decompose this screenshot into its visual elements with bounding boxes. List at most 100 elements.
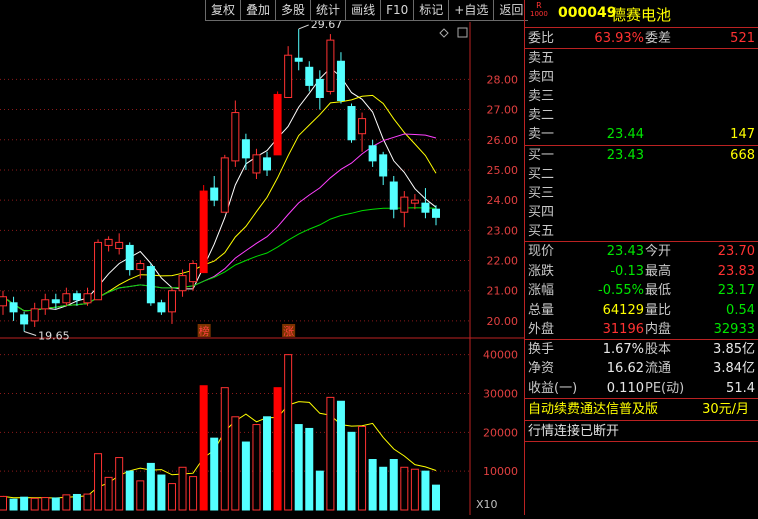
volume-bar[interactable] <box>178 466 187 511</box>
volume-bar[interactable] <box>410 468 419 511</box>
volume-bar[interactable] <box>20 496 29 511</box>
window-toggle-icon[interactable] <box>457 27 468 38</box>
candle-body[interactable] <box>284 54 293 98</box>
candle-body[interactable] <box>146 266 155 304</box>
candle-body[interactable] <box>326 39 335 92</box>
candle-body[interactable] <box>20 314 29 325</box>
volume-bar[interactable] <box>368 459 377 511</box>
toolbar-button[interactable]: +自选 <box>448 0 494 21</box>
candle-body[interactable] <box>358 118 367 135</box>
volume-bar[interactable] <box>104 476 113 511</box>
volume-bar[interactable] <box>41 497 50 511</box>
candle-body[interactable] <box>400 196 409 213</box>
candle-body[interactable] <box>432 208 440 218</box>
candle-body[interactable] <box>41 299 50 310</box>
volume-bar[interactable] <box>210 437 219 511</box>
candle-body[interactable] <box>368 145 377 162</box>
candle-body[interactable] <box>115 241 124 249</box>
kline-chart[interactable]: 28.00 27.00 26.00 25.00 24.00 23.00 22.00 21.00… <box>0 0 524 515</box>
candle-body[interactable] <box>347 106 356 141</box>
volume-bar[interactable] <box>315 470 324 511</box>
candle-body[interactable] <box>231 112 240 162</box>
candle-body[interactable] <box>241 139 250 159</box>
candle-body[interactable] <box>220 157 229 213</box>
volume-bar[interactable] <box>125 470 134 511</box>
candle-body[interactable] <box>136 263 145 271</box>
candle-body[interactable] <box>336 60 345 101</box>
candle-body[interactable] <box>252 154 261 174</box>
candle-body[interactable] <box>167 290 176 313</box>
toolbar-button[interactable]: 叠加 <box>240 0 276 21</box>
volume-bar[interactable] <box>157 474 166 511</box>
candle-body[interactable] <box>51 299 60 304</box>
candle-body[interactable] <box>125 244 134 271</box>
volume-bar[interactable] <box>62 494 71 511</box>
volume-bar[interactable] <box>115 457 124 511</box>
promo-row[interactable]: 自动续费通达信普及版 30元/月 <box>528 400 755 419</box>
volume-bar[interactable] <box>379 466 388 511</box>
volume-bar[interactable] <box>326 396 335 511</box>
diamond-icon[interactable] <box>439 28 449 38</box>
volume-bar[interactable] <box>241 441 250 511</box>
volume-bar[interactable] <box>72 493 81 511</box>
volume-bar[interactable] <box>347 431 356 511</box>
candle-body[interactable] <box>305 66 314 86</box>
candle-body[interactable] <box>389 181 398 210</box>
volume-bar[interactable] <box>294 424 303 511</box>
tag-zhang[interactable]: 涨 <box>283 325 294 338</box>
volume-bar[interactable] <box>432 484 440 511</box>
volume-bar[interactable] <box>51 497 60 511</box>
candle-body[interactable] <box>62 293 71 304</box>
candle-body[interactable] <box>0 296 7 307</box>
volume-bar[interactable] <box>136 480 145 511</box>
volume-bar[interactable] <box>220 387 229 511</box>
volume-bar[interactable] <box>389 459 398 511</box>
volume-bar[interactable] <box>146 462 155 511</box>
candle-body[interactable] <box>104 238 113 246</box>
toolbar-button[interactable]: F10 <box>380 0 414 21</box>
candle-body[interactable] <box>410 199 419 204</box>
candle-body[interactable] <box>315 78 324 98</box>
volume-bar[interactable] <box>9 498 18 511</box>
candle-body[interactable] <box>273 93 282 156</box>
toolbar-button[interactable]: 标记 <box>413 0 449 21</box>
candle-body[interactable] <box>72 293 81 301</box>
candle-body[interactable] <box>30 308 39 322</box>
volume-bar[interactable] <box>189 476 198 511</box>
volume-bar[interactable] <box>167 483 176 511</box>
promo-text[interactable]: 自动续费通达信普及版 <box>528 400 658 419</box>
candle-body[interactable] <box>94 241 103 301</box>
volume-bar[interactable] <box>336 400 345 511</box>
candle-body[interactable] <box>379 154 388 177</box>
volume-bar[interactable] <box>284 354 293 511</box>
volume-bar[interactable] <box>252 424 261 511</box>
candle-body[interactable] <box>199 190 208 274</box>
volume-bar[interactable] <box>94 453 103 511</box>
volume-bar[interactable] <box>30 497 39 511</box>
volume-bar[interactable] <box>83 493 92 511</box>
candle-body[interactable] <box>189 263 198 283</box>
toolbar-button[interactable]: 统计 <box>310 0 346 21</box>
volume-bar[interactable] <box>263 416 272 511</box>
candle-body[interactable] <box>83 293 92 304</box>
toolbar-button[interactable]: 多股 <box>275 0 311 21</box>
candle-body[interactable] <box>421 202 430 213</box>
promo-price[interactable]: 30元/月 <box>702 400 749 419</box>
candle-body[interactable] <box>178 275 187 292</box>
candle-body[interactable] <box>210 187 219 201</box>
volume-bar[interactable] <box>273 387 282 511</box>
toolbar-button[interactable]: 复权 <box>205 0 241 21</box>
volume-bar[interactable] <box>400 466 409 511</box>
volume-bar[interactable] <box>231 416 240 511</box>
candle-body[interactable] <box>157 302 166 313</box>
toolbar-button[interactable]: 画线 <box>345 0 381 21</box>
volume-bar[interactable] <box>421 470 430 511</box>
volume-bar[interactable] <box>0 495 7 511</box>
volume-bar[interactable] <box>305 427 314 511</box>
volume-bar[interactable] <box>199 385 208 511</box>
candle-body[interactable] <box>294 57 303 62</box>
tag-bang[interactable]: 榜 <box>199 324 210 338</box>
candle-body[interactable] <box>263 157 272 171</box>
volume-bar[interactable] <box>358 426 367 511</box>
kline-chart-area[interactable]: 28.00 27.00 26.00 25.00 24.00 23.00 22.00 21.00… <box>0 0 524 515</box>
